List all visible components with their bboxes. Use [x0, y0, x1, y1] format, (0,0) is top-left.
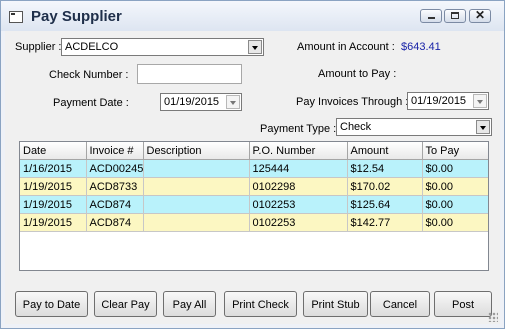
- table-row[interactable]: 1/19/2015 ACD874 0102253 $125.64 $0.00: [20, 195, 488, 214]
- cell-description[interactable]: [143, 177, 250, 196]
- form-area: Supplier : ACDELCO Amount in Account : $…: [5, 31, 500, 324]
- cell-invoice[interactable]: ACD874: [86, 213, 144, 232]
- amount-to-pay-label: Amount to Pay :: [318, 68, 397, 80]
- cell-amount[interactable]: $125.64: [347, 195, 423, 214]
- column-header-po-number[interactable]: P.O. Number: [249, 142, 348, 160]
- pay-invoices-through-value: 01/19/2015: [411, 95, 467, 107]
- print-check-button[interactable]: Print Check: [224, 291, 297, 317]
- cell-po-number[interactable]: 0102298: [249, 177, 348, 196]
- app-window-icon: [9, 11, 23, 23]
- chevron-down-icon[interactable]: [248, 40, 262, 54]
- amount-in-account-label: Amount in Account :: [297, 41, 395, 53]
- column-header-invoice[interactable]: Invoice #: [86, 142, 144, 160]
- invoice-table: Date Invoice # Description P.O. Number A…: [20, 142, 488, 232]
- pay-all-button[interactable]: Pay All: [163, 291, 216, 317]
- cell-po-number[interactable]: 125444: [249, 159, 348, 178]
- column-header-amount[interactable]: Amount: [347, 142, 423, 160]
- cell-to-pay[interactable]: $0.00: [422, 159, 488, 178]
- column-header-to-pay[interactable]: To Pay: [422, 142, 488, 160]
- maximize-button[interactable]: [444, 9, 466, 23]
- table-row[interactable]: 1/16/2015 ACD00245 125444 $12.54 $0.00: [20, 159, 488, 178]
- print-stub-button[interactable]: Print Stub: [303, 291, 368, 317]
- window-title: Pay Supplier: [31, 8, 122, 25]
- supplier-value: ACDELCO: [65, 41, 119, 53]
- pay-to-date-button[interactable]: Pay to Date: [15, 291, 88, 317]
- resize-grip-icon[interactable]: [488, 312, 498, 322]
- pay-supplier-window: Pay Supplier ✕ Supplier : ACDELCO Amount…: [0, 0, 505, 329]
- minimize-button[interactable]: [420, 9, 442, 23]
- column-header-date[interactable]: Date: [20, 142, 87, 160]
- cell-date[interactable]: 1/19/2015: [20, 213, 87, 232]
- cell-description[interactable]: [143, 159, 250, 178]
- close-button[interactable]: ✕: [469, 8, 491, 23]
- chevron-down-icon[interactable]: [476, 120, 490, 134]
- cell-to-pay[interactable]: $0.00: [422, 213, 488, 232]
- cell-invoice[interactable]: ACD00245: [86, 159, 144, 178]
- title-bar[interactable]: Pay Supplier ✕: [1, 1, 504, 31]
- cell-description[interactable]: [143, 195, 250, 214]
- cell-description[interactable]: [143, 213, 250, 232]
- cell-po-number[interactable]: 0102253: [249, 195, 348, 214]
- pay-invoices-through-label: Pay Invoices Through :: [296, 96, 409, 108]
- cell-amount[interactable]: $170.02: [347, 177, 423, 196]
- pay-invoices-through-picker[interactable]: 01/19/2015: [407, 92, 489, 110]
- minimize-icon: [428, 17, 435, 19]
- cell-amount[interactable]: $142.77: [347, 213, 423, 232]
- payment-type-label: Payment Type :: [260, 123, 337, 135]
- invoice-grid[interactable]: Date Invoice # Description P.O. Number A…: [19, 141, 489, 271]
- calendar-dropdown-icon[interactable]: [226, 95, 240, 109]
- check-number-field[interactable]: [137, 64, 242, 84]
- column-header-description[interactable]: Description: [143, 142, 250, 160]
- amount-in-account-value: $643.41: [401, 41, 441, 53]
- table-row[interactable]: 1/19/2015 ACD874 0102253 $142.77 $0.00: [20, 213, 488, 232]
- cell-date[interactable]: 1/19/2015: [20, 177, 87, 196]
- supplier-dropdown[interactable]: ACDELCO: [61, 38, 264, 56]
- cell-to-pay[interactable]: $0.00: [422, 177, 488, 196]
- payment-date-value: 01/19/2015: [164, 96, 220, 108]
- payment-date-label: Payment Date :: [53, 97, 129, 109]
- cell-to-pay[interactable]: $0.00: [422, 195, 488, 214]
- check-number-label: Check Number :: [49, 69, 129, 81]
- cell-date[interactable]: 1/19/2015: [20, 195, 87, 214]
- clear-pay-button[interactable]: Clear Pay: [94, 291, 157, 317]
- cell-invoice[interactable]: ACD874: [86, 195, 144, 214]
- cancel-button[interactable]: Cancel: [370, 291, 430, 317]
- cell-invoice[interactable]: ACD8733: [86, 177, 144, 196]
- close-icon: ✕: [474, 8, 486, 22]
- payment-date-picker[interactable]: 01/19/2015: [160, 93, 242, 111]
- table-row[interactable]: 1/19/2015 ACD8733 0102298 $170.02 $0.00: [20, 177, 488, 196]
- maximize-icon: [451, 12, 459, 19]
- grid-header-row: Date Invoice # Description P.O. Number A…: [20, 142, 488, 160]
- cell-date[interactable]: 1/16/2015: [20, 159, 87, 178]
- post-button[interactable]: Post: [434, 291, 492, 317]
- payment-type-dropdown[interactable]: Check: [336, 118, 492, 136]
- supplier-label: Supplier :: [15, 41, 62, 53]
- cell-po-number[interactable]: 0102253: [249, 213, 348, 232]
- calendar-dropdown-icon[interactable]: [473, 94, 487, 108]
- cell-amount[interactable]: $12.54: [347, 159, 423, 178]
- payment-type-value: Check: [340, 121, 372, 133]
